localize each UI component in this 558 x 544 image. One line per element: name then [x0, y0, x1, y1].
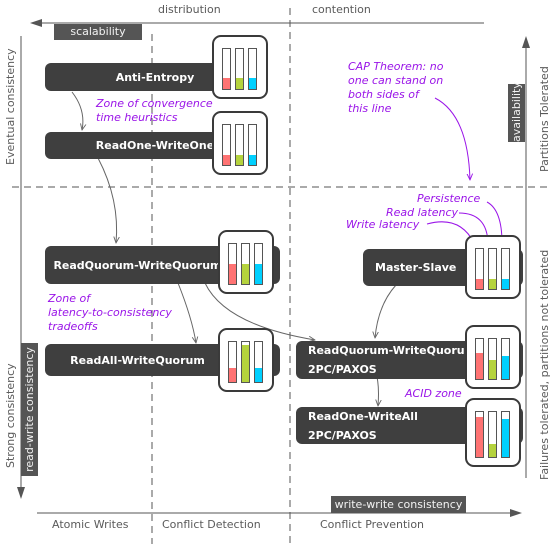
bar-fill-write-latency	[476, 416, 483, 457]
bar-write-latency	[475, 248, 484, 290]
bar-fill-write-latency	[223, 155, 230, 165]
bar-fill-read-latency	[489, 444, 496, 457]
bar-fill-read-latency	[236, 78, 243, 89]
left-axis-strong-label: Strong consistency	[4, 363, 17, 468]
bar-fill-write-latency	[229, 264, 236, 284]
note-line: Zone of	[48, 292, 91, 305]
availability-tag: availability	[508, 82, 525, 142]
bottom-axis-conflict-prevention-label: Conflict Prevention	[320, 518, 425, 531]
bar-read-latency	[241, 243, 250, 285]
bar-read-latency	[241, 341, 250, 383]
left-axis-eventual-label: Eventual consistency	[4, 48, 17, 165]
bar-fill-persistence	[255, 264, 262, 284]
bar-fill-read-latency	[489, 279, 496, 289]
bar-fill-persistence	[249, 78, 256, 89]
note-line: latency-to-consistency	[48, 306, 172, 319]
bar-fill-persistence	[255, 368, 262, 382]
node-label: ReadQuorum-WriteQuorum	[53, 258, 222, 272]
node-label-line2: 2PC/PAXOS	[308, 363, 377, 376]
gauge-readone-writeone	[212, 111, 268, 175]
bar-write-latency	[228, 341, 237, 383]
top-axis-distribution-label: distribution	[158, 3, 221, 16]
node-label: ReadOne-WriteOne	[95, 139, 215, 152]
bar-read-latency	[488, 411, 497, 458]
node-label-line2: 2PC/PAXOS	[308, 428, 377, 442]
bar-fill-write-latency	[229, 368, 236, 382]
top-axis-contention-label: contention	[312, 3, 371, 16]
node-label-line1: ReadOne-WriteAll	[308, 409, 418, 423]
bar-persistence	[248, 48, 257, 90]
bar-fill-read-latency	[242, 264, 249, 284]
bar-fill-persistence	[502, 356, 509, 379]
read-write-consistency-tag: read-write consistency	[21, 343, 38, 476]
note-line: time heuristics	[96, 111, 178, 124]
bar-fill-read-latency	[489, 359, 496, 379]
bar-persistence	[254, 341, 263, 383]
cap-theorem-note: CAP Theorem: no one can stand on both si…	[348, 60, 443, 116]
right-axis-arrowhead	[522, 36, 530, 48]
bottom-axis-conflict-detection-label: Conflict Detection	[162, 518, 261, 531]
write-write-consistency-tag: write-write consistency	[331, 496, 466, 513]
bar-fill-write-latency	[476, 279, 483, 289]
node-label: Master-Slave	[375, 261, 457, 274]
gauge-anti-entropy	[212, 35, 268, 99]
arrow-readquorum-to-readall	[177, 282, 196, 343]
node-label: ReadAll-WriteQuorum	[70, 353, 205, 367]
scalability-tag: scalability	[54, 24, 142, 40]
gauge-readquorum-writequorum-2pc	[465, 325, 521, 389]
bar-read-latency	[488, 248, 497, 290]
arrow-antientropy-to-readonewriteone	[71, 91, 83, 130]
latency-tradeoffs-note: Zone of latency-to-consistency tradeoffs	[48, 292, 172, 334]
bar-write-latency	[228, 243, 237, 285]
bar-read-latency	[235, 48, 244, 90]
bar-read-latency	[488, 338, 497, 380]
persistence-note: Persistence	[417, 192, 481, 205]
gauge-master-slave	[465, 235, 521, 299]
right-axis-partitions-tolerated-label: Partitions Tolerated	[538, 66, 551, 172]
note-line: tradeoffs	[48, 320, 98, 333]
top-axis-arrowhead	[30, 19, 42, 27]
bar-write-latency	[222, 48, 231, 90]
gauge-readone-writeall-2pc	[465, 398, 521, 467]
gauge-readquorum-writequorum	[218, 230, 274, 294]
bar-persistence	[501, 411, 510, 458]
note-line: one can stand on	[348, 74, 444, 87]
arrow-masterslave-to-2pc	[375, 284, 397, 338]
convergence-zone-note: Zone of convergence time heuristics	[96, 97, 213, 125]
bar-write-latency	[475, 338, 484, 380]
left-axis-arrowhead	[17, 487, 25, 499]
bar-persistence	[248, 124, 257, 166]
bar-fill-write-latency	[476, 353, 483, 379]
bar-fill-persistence	[502, 279, 509, 289]
bar-fill-read-latency	[242, 344, 249, 382]
bar-persistence	[501, 338, 510, 380]
acid-zone-note: ACID zone	[405, 387, 462, 400]
right-axis-failures-tolerated-label: Failures tolerated, partitions not toler…	[538, 249, 551, 480]
bar-fill-persistence	[502, 418, 509, 457]
write-latency-note: Write latency	[346, 218, 420, 231]
bottom-axis-arrowhead	[510, 509, 522, 517]
note-line: CAP Theorem: no	[348, 60, 444, 73]
bar-write-latency	[222, 124, 231, 166]
bar-fill-persistence	[249, 155, 256, 165]
bar-persistence	[254, 243, 263, 285]
bar-write-latency	[475, 411, 484, 458]
bar-fill-write-latency	[223, 78, 230, 89]
arrow-readonewriteone-to-readquorum	[97, 157, 117, 243]
note-line: both sides of	[348, 88, 419, 101]
bar-fill-read-latency	[236, 155, 243, 165]
node-label: Anti-Entropy	[115, 70, 195, 84]
node-label-line1: ReadQuorum-WriteQuorum	[308, 344, 477, 357]
bottom-axis-atomic-writes-label: Atomic Writes	[52, 518, 129, 531]
gauge-readall-writequorum	[218, 328, 274, 392]
bar-persistence	[501, 248, 510, 290]
bar-read-latency	[235, 124, 244, 166]
note-line: Zone of convergence	[96, 97, 213, 110]
note-line: this line	[348, 102, 392, 115]
